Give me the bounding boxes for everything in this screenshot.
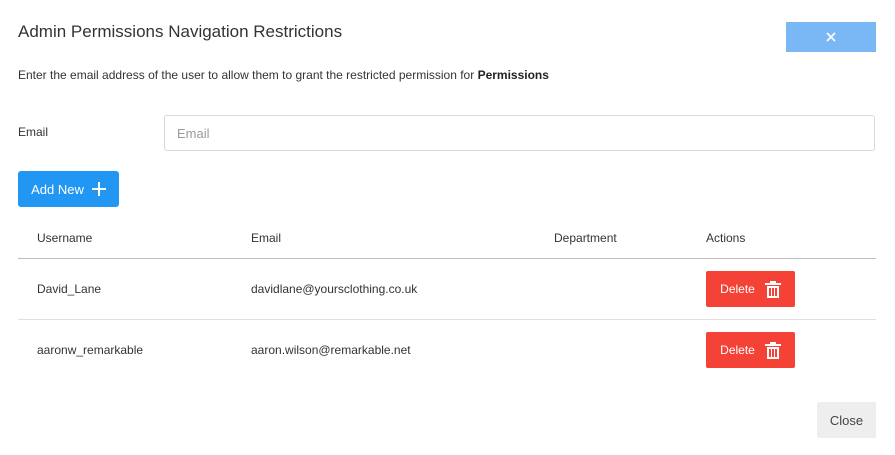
delete-label: Delete	[720, 343, 755, 357]
delete-button[interactable]: Delete	[706, 271, 795, 307]
table-header: Username Email Department Actions	[18, 222, 876, 259]
column-header-actions: Actions	[706, 231, 746, 245]
instructions-permission: Permissions	[477, 68, 549, 82]
users-table: Username Email Department Actions David_…	[18, 222, 876, 381]
plus-icon	[91, 182, 106, 196]
dialog-title: Admin Permissions Navigation Restriction…	[18, 22, 343, 41]
instructions: Enter the email address of the user to a…	[18, 68, 549, 82]
add-new-label: Add New	[31, 181, 84, 197]
delete-button[interactable]: Delete	[706, 332, 795, 368]
delete-label: Delete	[720, 282, 755, 296]
add-new-button[interactable]: Add New	[18, 171, 119, 207]
table-row: aaronw_remarkable aaron.wilson@remarkabl…	[18, 320, 876, 381]
column-header-username: Username	[37, 231, 93, 245]
email-label: Email	[18, 125, 49, 139]
close-button[interactable]: Close	[817, 402, 876, 438]
trash-icon	[764, 341, 781, 359]
trash-icon	[764, 280, 781, 298]
close-icon	[826, 32, 836, 42]
instructions-text: Enter the email address of the user to a…	[18, 68, 478, 82]
cell-username: aaronw_remarkable	[37, 343, 144, 357]
dismiss-button[interactable]	[786, 22, 876, 52]
column-header-department: Department	[554, 231, 617, 245]
cell-username: David_Lane	[37, 282, 102, 296]
cell-email: aaron.wilson@remarkable.net	[251, 343, 411, 357]
email-field[interactable]	[164, 115, 875, 151]
table-row: David_Lane davidlane@yoursclothing.co.uk…	[18, 259, 876, 320]
column-header-email: Email	[251, 231, 282, 245]
cell-email: davidlane@yoursclothing.co.uk	[251, 282, 418, 296]
